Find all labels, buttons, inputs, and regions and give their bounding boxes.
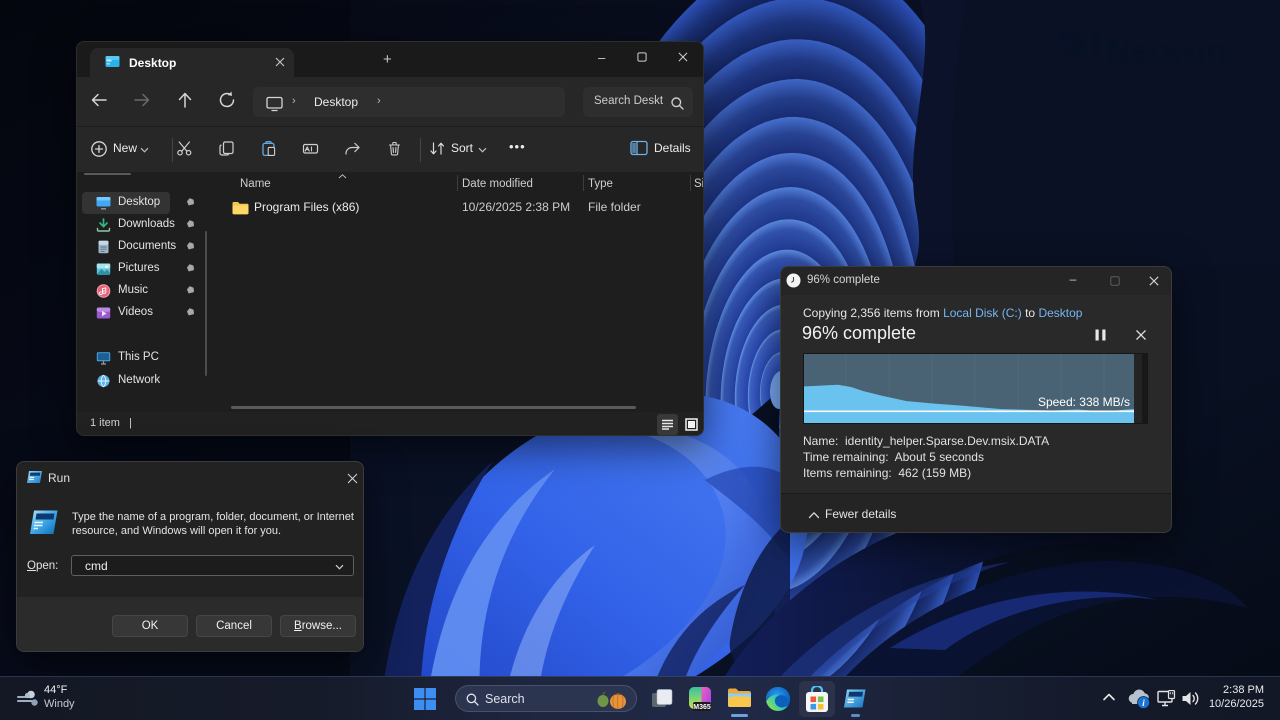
svg-text:Neowin: Neowin [1106, 32, 1227, 70]
svg-text:M365: M365 [693, 704, 711, 711]
svg-text:Speed: 338 MB/s: Speed: 338 MB/s [1038, 395, 1130, 409]
